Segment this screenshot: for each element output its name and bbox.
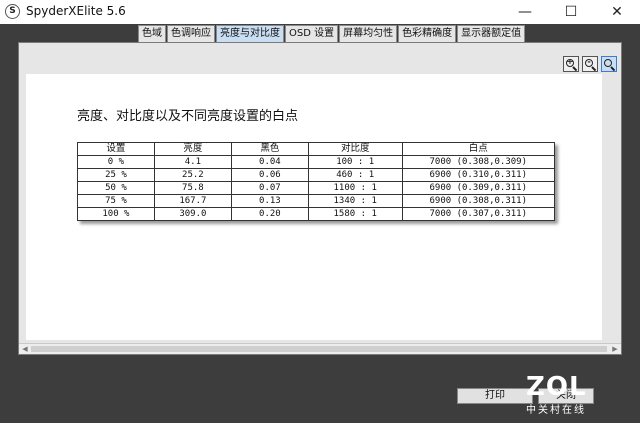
table-row: 100 % 309.0 0.20 1580 : 1 7000 (0.307,0.…: [77, 207, 556, 221]
cell-white-point: 7000 (0.308,0.309): [401, 155, 556, 169]
scroll-thumb[interactable]: [31, 346, 607, 352]
tab-color-accuracy[interactable]: 色彩精确度: [398, 25, 457, 42]
report-page: 亮度、对比度以及不同亮度设置的白点 设置 亮度 黑色 对比度 白点 0 % 4.…: [26, 74, 602, 340]
cell-brightness: 4.1: [153, 155, 232, 169]
scroll-left-icon[interactable]: ◀: [20, 344, 30, 354]
tab-osd-settings[interactable]: OSD 设置: [285, 25, 339, 42]
tab-uniformity[interactable]: 屏幕均匀性: [339, 25, 398, 42]
brightness-table: 设置 亮度 黑色 对比度 白点 0 % 4.1 0.04 100 : 1 700…: [77, 142, 556, 221]
zoom-fit-icon[interactable]: [601, 56, 617, 72]
cell-setting: 100 %: [77, 207, 155, 221]
cell-black: 0.06: [230, 168, 309, 182]
cell-white-point: 6900 (0.310,0.311): [401, 168, 556, 182]
zol-subtitle: 中关村在线: [526, 405, 586, 416]
tab-gamut[interactable]: 色域: [138, 25, 166, 42]
column-header-brightness: 亮度: [153, 142, 232, 156]
column-header-black: 黑色: [230, 142, 309, 156]
cell-black: 0.04: [230, 155, 309, 169]
cell-brightness: 167.7: [153, 194, 232, 208]
tab-brightness-contrast[interactable]: 亮度与对比度: [216, 25, 284, 42]
cell-brightness: 309.0: [153, 207, 232, 221]
horizontal-scrollbar[interactable]: ◀ ▶: [19, 343, 621, 354]
table-row: 0 % 4.1 0.04 100 : 1 7000 (0.308,0.309): [77, 155, 556, 169]
zol-logo: ZOL: [526, 372, 587, 402]
cell-black: 0.13: [230, 194, 309, 208]
cell-setting: 75 %: [77, 194, 155, 208]
close-button[interactable]: ✕: [594, 0, 640, 24]
zoom-toolbar: + -: [563, 56, 617, 72]
minimize-button[interactable]: —: [502, 0, 548, 24]
column-header-setting: 设置: [77, 142, 155, 156]
cell-white-point: 6900 (0.309,0.311): [401, 181, 556, 195]
column-header-white-point: 白点: [401, 142, 556, 156]
cell-contrast: 100 : 1: [307, 155, 403, 169]
cell-setting: 25 %: [77, 168, 155, 182]
cell-setting: 50 %: [77, 181, 155, 195]
report-tabs: 色域 色调响应 亮度与对比度 OSD 设置 屏幕均匀性 色彩精确度 显示器额定值: [138, 25, 526, 42]
cell-brightness: 75.8: [153, 181, 232, 195]
cell-black: 0.07: [230, 181, 309, 195]
title-bar: S SpyderXElite 5.6 — ☐ ✕: [0, 0, 640, 24]
report-title: 亮度、对比度以及不同亮度设置的白点: [77, 109, 299, 124]
zol-watermark: ZOL 中关村在线: [522, 372, 602, 418]
cell-contrast: 460 : 1: [307, 168, 403, 182]
tab-tone-response[interactable]: 色调响应: [167, 25, 215, 42]
window-title: SpyderXElite 5.6: [26, 4, 126, 18]
cell-white-point: 6900 (0.308,0.311): [401, 194, 556, 208]
cell-contrast: 1340 : 1: [307, 194, 403, 208]
table-row: 75 % 167.7 0.13 1340 : 1 6900 (0.308,0.3…: [77, 194, 556, 208]
cell-brightness: 25.2: [153, 168, 232, 182]
table-row: 25 % 25.2 0.06 460 : 1 6900 (0.310,0.311…: [77, 168, 556, 182]
zoom-in-icon[interactable]: +: [563, 56, 579, 72]
column-header-contrast: 对比度: [307, 142, 403, 156]
cell-contrast: 1580 : 1: [307, 207, 403, 221]
cell-contrast: 1100 : 1: [307, 181, 403, 195]
maximize-button[interactable]: ☐: [548, 0, 594, 24]
table-header-row: 设置 亮度 黑色 对比度 白点: [77, 142, 556, 156]
tab-display-rating[interactable]: 显示器额定值: [457, 25, 526, 42]
cell-white-point: 7000 (0.307,0.311): [401, 207, 556, 221]
zoom-out-icon[interactable]: -: [582, 56, 598, 72]
report-panel: + - 亮度、对比度以及不同亮度设置的白点 设置 亮度 黑色 对比度 白点 0 …: [18, 42, 622, 355]
cell-setting: 0 %: [77, 155, 155, 169]
table-row: 50 % 75.8 0.07 1100 : 1 6900 (0.309,0.31…: [77, 181, 556, 195]
cell-black: 0.20: [230, 207, 309, 221]
scroll-right-icon[interactable]: ▶: [610, 344, 620, 354]
app-logo-icon: S: [5, 4, 20, 19]
